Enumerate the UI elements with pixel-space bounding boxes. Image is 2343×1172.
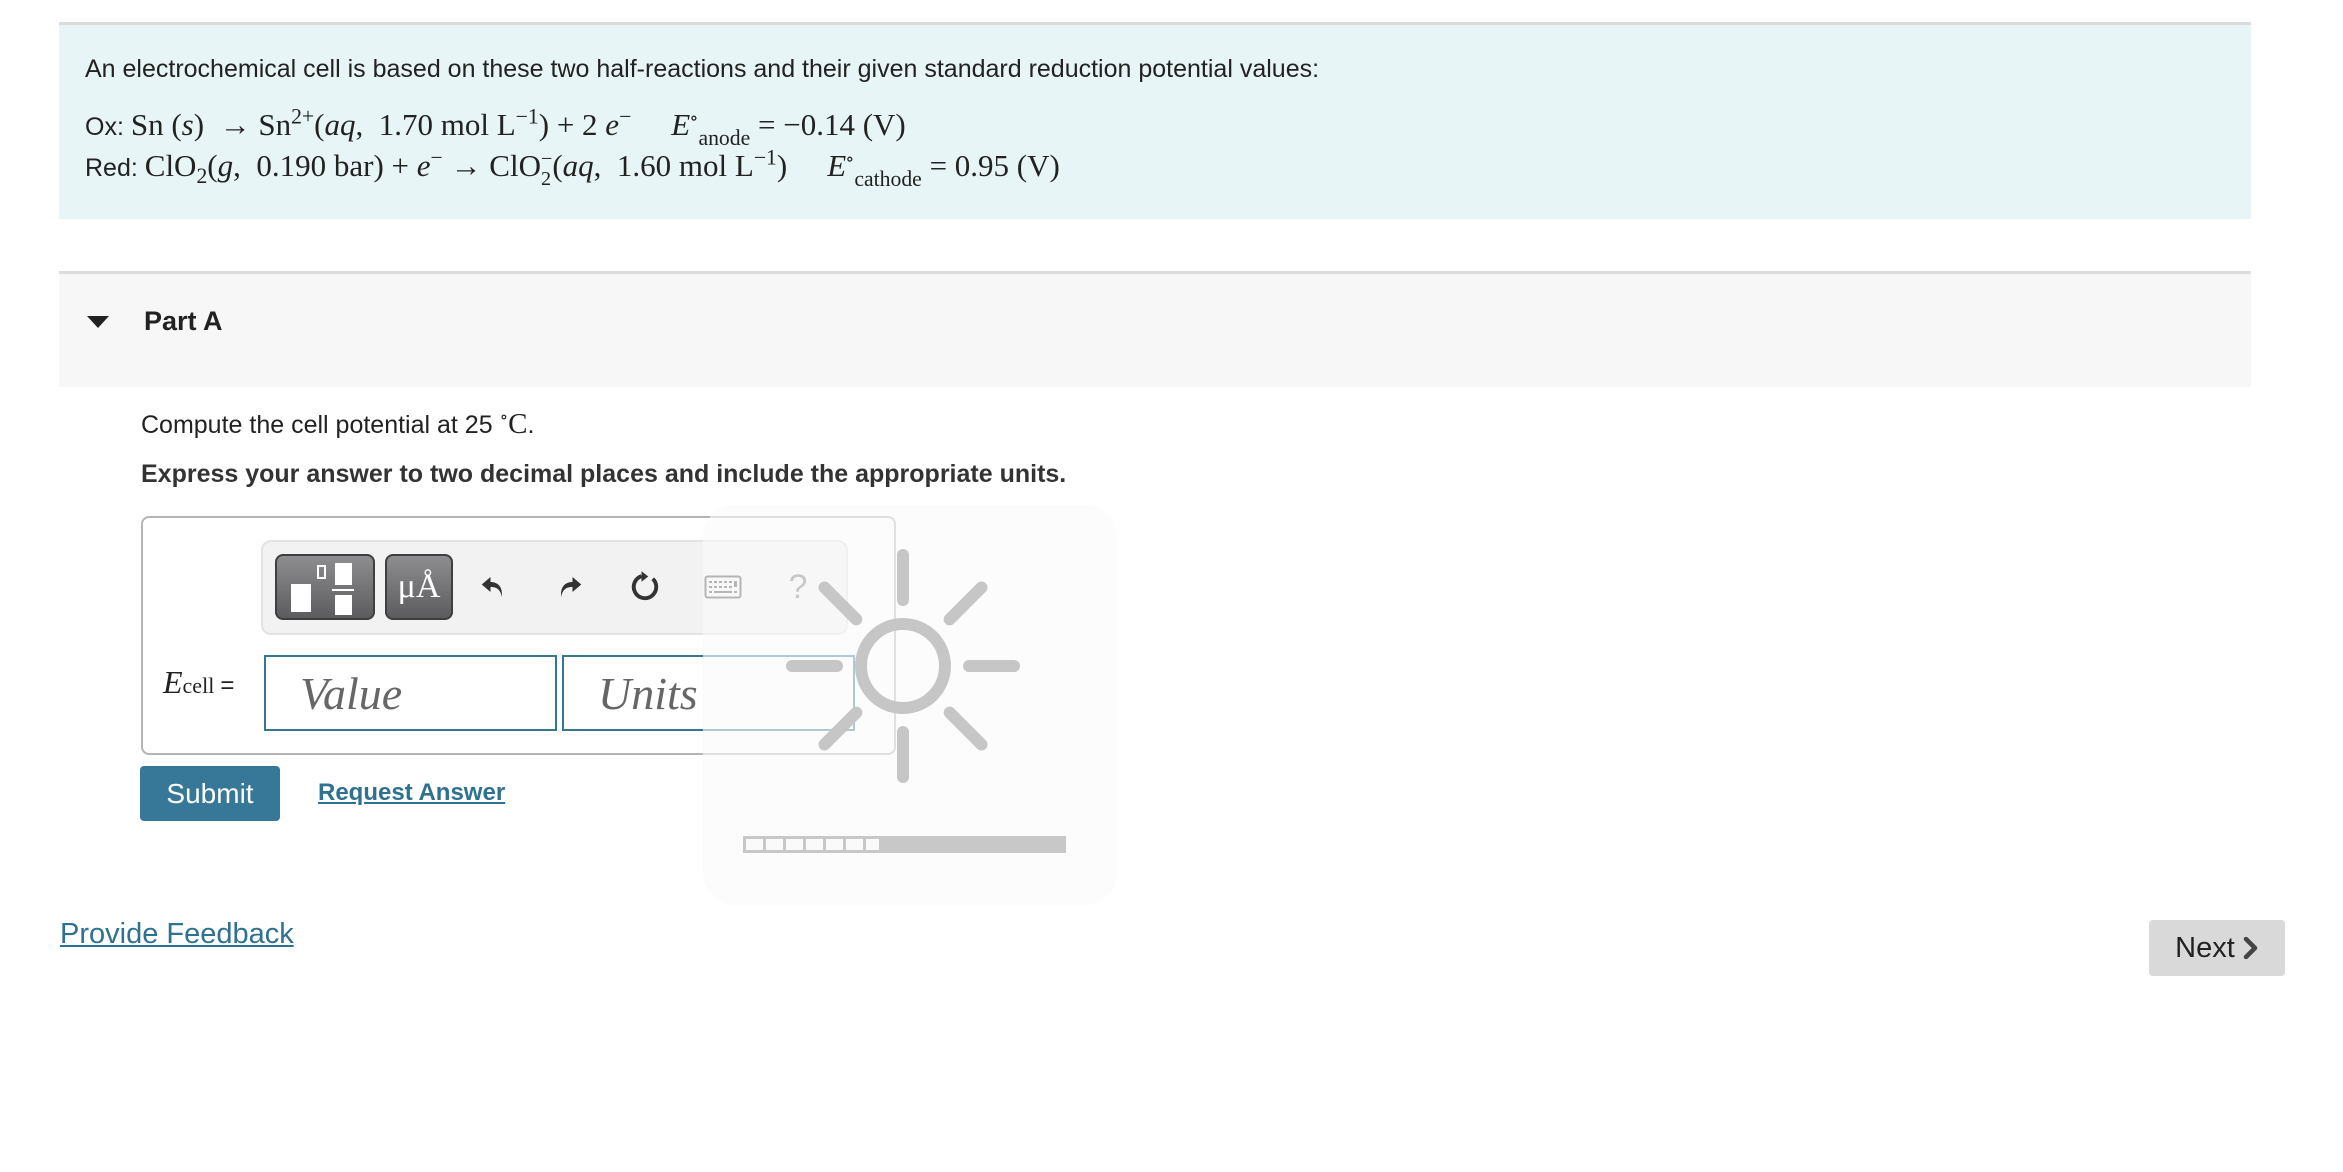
red-equation: ClO2(g, 0.190 bar) + e− → ClO −2 (aq, 1.60…	[144, 145, 1060, 191]
units-icon: μÅ	[397, 568, 441, 605]
loading-progress-fill	[743, 836, 882, 853]
units-button[interactable]: μÅ	[385, 554, 453, 620]
undo-button[interactable]	[468, 562, 518, 612]
undo-icon	[481, 577, 502, 597]
request-answer-link[interactable]: Request Answer	[318, 779, 505, 807]
submit-button[interactable]: Submit	[140, 766, 280, 821]
reduction-half-reaction: Red: ClO2(g, 0.190 bar) + e− → ClO −2 (aq,…	[85, 145, 1060, 191]
anode-potential: E∘anode = −0.14 (V)	[671, 107, 906, 150]
caret-down-icon[interactable]	[87, 316, 109, 328]
provide-feedback-link[interactable]: Provide Feedback	[60, 918, 294, 951]
part-title: Part A	[144, 306, 223, 336]
redo-button[interactable]	[545, 562, 595, 612]
next-label: Next	[2175, 931, 2235, 964]
ecell-label: Ecell =	[163, 664, 235, 700]
loading-progress-bar	[743, 836, 1066, 853]
reset-icon	[631, 571, 659, 601]
value-input[interactable]	[264, 655, 557, 731]
spinner-ray	[818, 706, 863, 751]
red-label: Red:	[85, 154, 145, 182]
oxidation-half-reaction: Ox: Sn (s) → Sn2+(aq, 1.70 mol L−1) + 2 …	[85, 104, 906, 150]
instruction-text: Express your answer to two decimal place…	[141, 460, 1067, 488]
ox-label: Ox:	[85, 113, 131, 141]
cathode-potential: E∘cathode = 0.95 (V)	[827, 148, 1060, 191]
templates-button[interactable]	[275, 554, 375, 620]
reset-button[interactable]	[621, 562, 671, 612]
problem-intro: An electrochemical cell is based on thes…	[59, 22, 2251, 219]
loading-overlay	[703, 505, 1117, 905]
spinner-ray	[943, 706, 988, 751]
next-button[interactable]: Next	[2149, 920, 2285, 976]
chevron-right-icon	[2243, 937, 2258, 959]
ox-equation: Sn (s) → Sn2+(aq, 1.70 mol L−1) + 2 e− E∘…	[130, 104, 906, 150]
spinner-ray	[818, 581, 863, 626]
intro-text: An electrochemical cell is based on thes…	[85, 55, 1320, 83]
part-a-header[interactable]: Part A	[59, 271, 2251, 387]
redo-icon	[561, 577, 582, 597]
question-text: Compute the cell potential at 25 ∘C.	[141, 406, 535, 440]
spinner-ray	[943, 581, 988, 626]
